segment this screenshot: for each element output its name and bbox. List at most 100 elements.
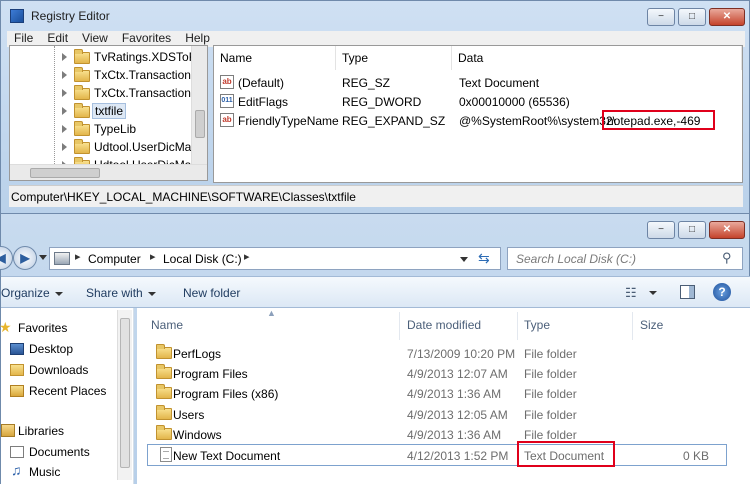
file-name: Windows	[173, 428, 222, 442]
tree-item-label: TxCtx.Transaction	[94, 68, 191, 82]
nav-label: Favorites	[18, 321, 68, 335]
libraries-icon	[1, 424, 15, 437]
menu-file[interactable]: File	[7, 31, 40, 46]
column-divider[interactable]	[399, 312, 400, 340]
close-button[interactable]: ✕	[709, 8, 745, 26]
registry-key-tree[interactable]: TvRatings.XDSToRa TxCtx.Transaction TxCt…	[9, 45, 208, 181]
address-dropdown-icon[interactable]	[460, 257, 468, 262]
nav-libraries-header[interactable]: Libraries	[1, 421, 131, 441]
back-button[interactable]: ◀	[0, 246, 13, 270]
tree-item[interactable]: TxCtx.Transaction(	[10, 84, 207, 102]
share-with-button[interactable]: Share with	[86, 286, 156, 300]
tree-vertical-scrollbar[interactable]	[191, 46, 207, 164]
chevron-down-icon	[54, 291, 63, 296]
tree-item[interactable]: TypeLib	[10, 120, 207, 138]
menu-help[interactable]: Help	[178, 31, 217, 46]
expand-arrow-icon[interactable]	[62, 143, 67, 151]
nav-item-documents[interactable]: Documents	[1, 442, 131, 462]
registry-value-row[interactable]: ab (Default) REG_SZ Text Document	[214, 73, 744, 92]
nav-label: Recent Places	[29, 384, 107, 398]
file-row-new-text-document[interactable]: New Text Document 4/12/2013 1:52 PM Text…	[147, 444, 727, 466]
tree-item-txtfile[interactable]: txtfile	[10, 102, 207, 120]
organize-button[interactable]: Organize	[1, 286, 63, 300]
registry-editor-window: Registry Editor − □ ✕ File Edit View Favori…	[0, 0, 750, 214]
maximize-button[interactable]: □	[678, 221, 706, 239]
recent-pages-arrow-icon[interactable]	[39, 255, 47, 260]
tree-item-label: Udtool.UserDicMan	[94, 140, 199, 154]
search-box[interactable]: Search Local Disk (C:) ⚲	[507, 247, 743, 270]
chevron-down-icon[interactable]	[649, 291, 657, 295]
column-header-date[interactable]: Date modified	[407, 318, 481, 332]
folder-icon	[74, 85, 90, 100]
value-data: Text Document	[459, 76, 540, 90]
address-bar[interactable]: ▸ Computer ▸ Local Disk (C:) ▸ ⇆	[49, 247, 501, 270]
tree-item[interactable]: TxCtx.Transaction	[10, 66, 207, 84]
scroll-thumb[interactable]	[120, 318, 130, 468]
nav-item-music[interactable]: ♫ Music	[1, 462, 131, 482]
column-header-size[interactable]: Size	[640, 318, 663, 332]
column-header-type[interactable]: Type	[524, 318, 550, 332]
expand-arrow-icon[interactable]	[62, 125, 67, 133]
file-row[interactable]: Program Files (x86) 4/9/2013 1:36 AM Fil…	[147, 383, 727, 403]
column-header-data[interactable]: Data	[452, 46, 742, 70]
registry-title-bar[interactable]: Registry Editor − □ ✕	[1, 1, 749, 31]
nav-item-recent-places[interactable]: Recent Places	[1, 381, 131, 401]
chevron-down-icon	[147, 291, 156, 296]
minimize-button[interactable]: −	[647, 8, 675, 26]
folder-icon	[156, 405, 172, 420]
nav-label: Desktop	[29, 342, 74, 356]
refresh-icon[interactable]: ⇆	[478, 250, 490, 267]
file-row[interactable]: Windows 4/9/2013 1:36 AM File folder	[147, 424, 727, 444]
nav-label: Downloads	[29, 363, 89, 377]
file-row[interactable]: PerfLogs 7/13/2009 10:20 PM File folder	[147, 343, 727, 363]
column-divider[interactable]	[517, 312, 518, 340]
navigation-pane: ★ Favorites Desktop Downloads Recent Pla…	[0, 308, 134, 484]
expand-arrow-icon[interactable]	[62, 107, 67, 115]
expand-arrow-icon[interactable]	[62, 89, 67, 97]
explorer-window: − □ ✕ ◀ ▶ ▸ Computer ▸ Local Disk (C:) ▸…	[0, 214, 750, 484]
menu-edit[interactable]: Edit	[40, 31, 75, 46]
breadcrumb-computer[interactable]: Computer	[88, 252, 141, 266]
search-icon[interactable]: ⚲	[722, 250, 732, 266]
value-type: REG_DWORD	[342, 95, 422, 109]
view-options-icon[interactable]: ☷	[625, 285, 637, 301]
search-placeholder: Search Local Disk (C:)	[516, 252, 637, 266]
breadcrumb-separator-icon[interactable]: ▸	[75, 250, 81, 263]
column-header-type[interactable]: Type	[336, 46, 452, 70]
breadcrumb-local-disk[interactable]: Local Disk (C:)	[163, 252, 242, 266]
nav-favorites-header[interactable]: ★ Favorites	[0, 318, 131, 338]
new-folder-button[interactable]: New folder	[183, 286, 240, 300]
file-row[interactable]: Program Files 4/9/2013 12:07 AM File fol…	[147, 363, 727, 383]
menu-favorites[interactable]: Favorites	[115, 31, 178, 46]
tree-item[interactable]: TvRatings.XDSToRa	[10, 48, 207, 66]
value-type: REG_SZ	[342, 76, 391, 90]
close-button[interactable]: ✕	[709, 221, 745, 239]
tree-horizontal-scrollbar[interactable]	[10, 164, 207, 180]
maximize-button[interactable]: □	[678, 8, 706, 26]
nav-item-desktop[interactable]: Desktop	[1, 339, 131, 359]
registry-app-icon	[10, 9, 24, 23]
tree-item[interactable]: Udtool.UserDicMan	[10, 138, 207, 156]
expand-arrow-icon[interactable]	[62, 53, 67, 61]
minimize-button[interactable]: −	[647, 221, 675, 239]
navigation-pane-scrollbar[interactable]	[117, 310, 132, 480]
menu-view[interactable]: View	[75, 31, 115, 46]
column-header-name[interactable]: Name	[151, 318, 183, 332]
file-name: Users	[173, 408, 205, 422]
breadcrumb-separator-icon[interactable]: ▸	[244, 250, 250, 263]
file-row[interactable]: Users 4/9/2013 12:05 AM File folder	[147, 404, 727, 424]
help-icon[interactable]: ?	[713, 283, 731, 301]
forward-button[interactable]: ▶	[13, 246, 37, 270]
file-date: 4/9/2013 1:36 AM	[407, 387, 502, 401]
column-divider[interactable]	[632, 312, 633, 340]
explorer-title-bar[interactable]: − □ ✕	[1, 214, 750, 244]
preview-pane-icon[interactable]	[680, 285, 695, 299]
scroll-thumb[interactable]	[30, 168, 100, 178]
expand-arrow-icon[interactable]	[62, 71, 67, 79]
registry-value-row[interactable]: 011 EditFlags REG_DWORD 0x00010000 (6553…	[214, 92, 744, 111]
nav-item-downloads[interactable]: Downloads	[1, 360, 131, 380]
folder-icon	[74, 49, 90, 64]
column-header-name[interactable]: Name	[214, 46, 336, 70]
breadcrumb-separator-icon[interactable]: ▸	[150, 250, 156, 263]
scroll-thumb[interactable]	[195, 110, 205, 138]
